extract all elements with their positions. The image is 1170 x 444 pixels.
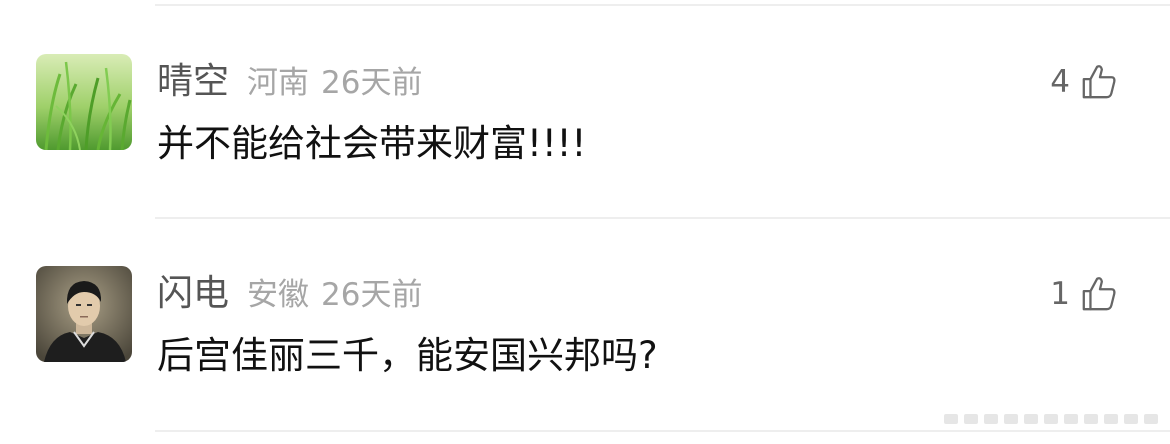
comment-item: 晴空 河南 26天前 4 并不能给社会带来财富!!!! — [0, 54, 1170, 184]
watermark — [944, 408, 1158, 430]
timestamp: 26天前 — [321, 65, 423, 101]
like-count: 4 — [1050, 64, 1070, 100]
top-divider — [155, 4, 1170, 6]
region-label: 安徽 — [247, 277, 310, 313]
like-button[interactable]: 4 — [1050, 58, 1118, 106]
comment-text: 并不能给社会带来财富!!!! — [157, 122, 587, 165]
like-button[interactable]: 1 — [1050, 270, 1118, 318]
comment-meta: 闪电 安徽 26天前 — [157, 266, 422, 322]
username[interactable]: 闪电 — [157, 266, 229, 322]
comment-divider — [155, 217, 1170, 219]
thumbs-up-icon[interactable] — [1080, 63, 1118, 101]
grass-photo-icon[interactable] — [36, 54, 132, 150]
bottom-divider — [155, 430, 1170, 432]
username[interactable]: 晴空 — [157, 54, 229, 110]
like-count: 1 — [1050, 276, 1070, 312]
comment-text: 后宫佳丽三千，能安国兴邦吗? — [157, 334, 658, 377]
comment-meta: 晴空 河南 26天前 — [157, 54, 422, 110]
comment-item: 闪电 安徽 26天前 1 后宫佳丽三千，能安国兴邦吗? — [0, 266, 1170, 396]
region-label: 河南 — [247, 65, 310, 101]
timestamp: 26天前 — [321, 277, 423, 313]
thumbs-up-icon[interactable] — [1080, 275, 1118, 313]
portrait-photo-icon[interactable] — [36, 266, 132, 362]
